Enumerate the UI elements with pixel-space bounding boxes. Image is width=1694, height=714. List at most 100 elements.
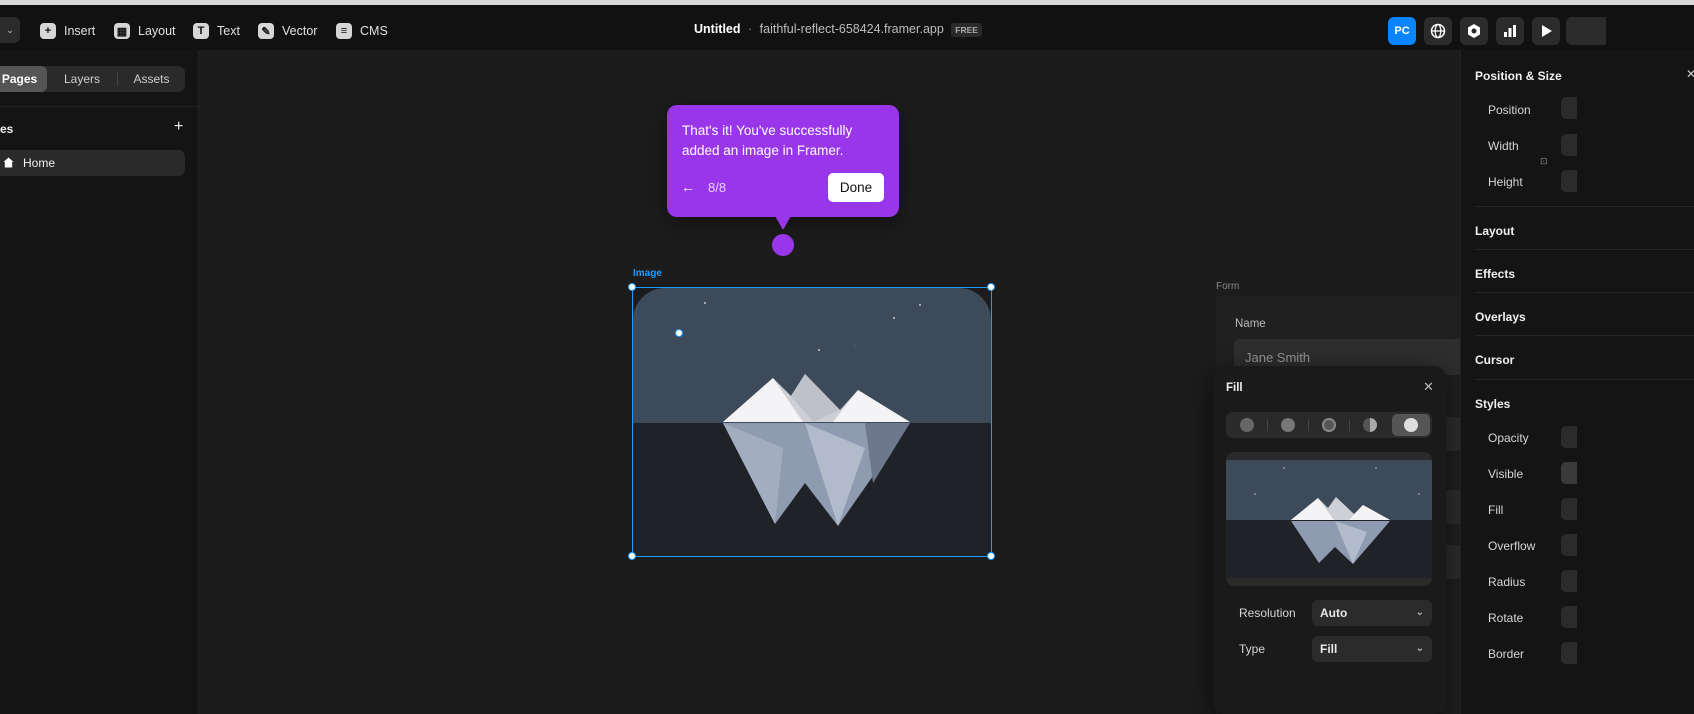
selection-outline: [632, 287, 992, 557]
border-field[interactable]: [1561, 642, 1577, 664]
menu-chevron-button[interactable]: ⌄: [0, 17, 20, 43]
tour-step-counter: 8/8: [708, 180, 727, 195]
top-toolbar: ⌄ + Insert ▦ Layout T Text ✎ Vector ≡ CM…: [0, 0, 1694, 50]
tab-layers[interactable]: Layers: [47, 66, 117, 92]
fill-solid-icon[interactable]: [1240, 418, 1254, 432]
add-page-button[interactable]: +: [174, 118, 183, 136]
tooltip-pointer: [775, 216, 791, 230]
height-field[interactable]: [1561, 170, 1577, 192]
aspect-lock-icon[interactable]: ⊡: [1540, 156, 1548, 167]
text-icon: T: [193, 23, 209, 39]
section-position-size[interactable]: Position & Size: [1475, 69, 1562, 83]
resolution-select[interactable]: Auto ⌄: [1312, 600, 1432, 626]
rotate-field[interactable]: [1561, 606, 1577, 628]
width-field[interactable]: [1561, 134, 1577, 156]
tab-pages[interactable]: Pages: [0, 66, 47, 92]
tab-divider: [1267, 419, 1268, 431]
database-icon: ≡: [336, 23, 352, 39]
tab-divider: [1308, 419, 1309, 431]
cms-button[interactable]: ≡ CMS: [336, 22, 388, 40]
section-divider: [1475, 249, 1694, 250]
fill-radial-gradient-icon[interactable]: [1322, 418, 1336, 432]
fill-image-tab[interactable]: [1392, 414, 1430, 436]
resolution-label: Resolution: [1239, 606, 1296, 620]
project-title[interactable]: Untitled · faithful-reflect-658424.frame…: [694, 22, 982, 37]
project-domain: faithful-reflect-658424.framer.app: [759, 22, 944, 36]
overflow-field[interactable]: [1561, 534, 1577, 556]
device-button[interactable]: PC: [1388, 17, 1416, 45]
vector-button[interactable]: ✎ Vector: [258, 22, 317, 40]
globe-button[interactable]: [1424, 17, 1452, 45]
text-button[interactable]: T Text: [193, 22, 240, 40]
radius-handle[interactable]: [675, 329, 683, 337]
iceberg-thumbnail: [1226, 460, 1432, 578]
fill-popover: Fill ✕ Resolution Auto ⌄ Type Fill ⌄: [1213, 366, 1446, 714]
plus-square-icon: +: [40, 23, 56, 39]
close-icon[interactable]: ✕: [1423, 379, 1434, 395]
section-divider: [1475, 292, 1694, 293]
preview-button[interactable]: [1532, 17, 1560, 45]
radius-field[interactable]: [1561, 570, 1577, 592]
back-arrow-icon[interactable]: ←: [681, 179, 695, 195]
position-row-label: Position: [1488, 103, 1531, 117]
project-name: Untitled: [694, 22, 741, 36]
bar-chart-icon: [1504, 25, 1516, 37]
right-properties-panel: Position & Size ✕ Position Width ⊡ Heigh…: [1460, 50, 1694, 714]
layout-button[interactable]: ▦ Layout: [114, 22, 176, 40]
pen-icon: ✎: [258, 23, 274, 39]
type-select[interactable]: Fill ⌄: [1312, 636, 1432, 662]
chevron-down-icon: ⌄: [1415, 643, 1424, 654]
tab-assets[interactable]: Assets: [118, 66, 185, 92]
section-layout[interactable]: Layout: [1475, 224, 1514, 238]
resize-handle-tl[interactable]: [628, 283, 636, 291]
name-field-label: Name: [1235, 318, 1266, 330]
resize-handle-tr[interactable]: [987, 283, 995, 291]
type-label: Type: [1239, 642, 1266, 656]
fill-field[interactable]: [1561, 498, 1577, 520]
rotate-row-label: Rotate: [1488, 611, 1524, 625]
publish-button-edge[interactable]: [1566, 17, 1606, 45]
selection-label[interactable]: Image: [633, 268, 662, 279]
text-label: Text: [217, 24, 240, 38]
opacity-row-label: Opacity: [1488, 431, 1529, 445]
fill-conic-gradient-icon[interactable]: [1363, 418, 1377, 432]
insert-button[interactable]: + Insert: [40, 22, 95, 40]
section-overlays[interactable]: Overlays: [1475, 310, 1526, 324]
fill-image-preview[interactable]: [1226, 452, 1432, 586]
section-collapse-icon[interactable]: ✕: [1686, 67, 1694, 81]
tour-hotspot[interactable]: [772, 234, 794, 256]
done-button[interactable]: Done: [828, 173, 884, 202]
opacity-field[interactable]: [1561, 426, 1577, 448]
fill-type-tabs: [1226, 412, 1432, 438]
page-item-home[interactable]: Home: [0, 150, 185, 176]
analytics-button[interactable]: [1496, 17, 1524, 45]
tab-divider: [1349, 419, 1350, 431]
form-frame-label[interactable]: Form: [1216, 281, 1239, 292]
page-item-label: Home: [23, 156, 56, 170]
left-panel: Pages Layers Assets es + Home: [0, 50, 199, 714]
fill-popover-title: Fill: [1226, 382, 1243, 394]
overflow-row-label: Overflow: [1488, 539, 1536, 553]
resolution-value: Auto: [1320, 606, 1348, 620]
section-divider: [1475, 206, 1694, 207]
plan-badge: FREE: [951, 23, 982, 37]
resize-handle-bl[interactable]: [628, 552, 636, 560]
fill-linear-gradient-icon[interactable]: [1281, 418, 1295, 432]
border-row-label: Border: [1488, 647, 1525, 661]
radius-row-label: Radius: [1488, 575, 1526, 589]
globe-icon: [1430, 23, 1446, 39]
layout-icon: ▦: [114, 23, 130, 39]
section-effects[interactable]: Effects: [1475, 267, 1515, 281]
position-field[interactable]: [1561, 97, 1577, 119]
resize-handle-br[interactable]: [987, 552, 995, 560]
fill-row-label: Fill: [1488, 503, 1504, 517]
tour-tooltip: That's it! You've successfully added an …: [667, 105, 899, 217]
panel-divider: [0, 106, 198, 107]
pages-section-title: es: [0, 122, 14, 136]
left-panel-tabs: Pages Layers Assets: [0, 66, 185, 92]
visible-toggle[interactable]: [1561, 462, 1577, 484]
title-separator: ·: [748, 22, 753, 36]
settings-button[interactable]: [1460, 17, 1488, 45]
section-styles[interactable]: Styles: [1475, 397, 1510, 411]
section-cursor[interactable]: Cursor: [1475, 353, 1514, 367]
